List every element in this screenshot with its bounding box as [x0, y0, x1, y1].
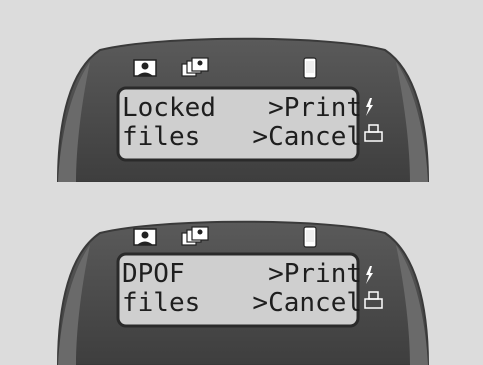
locked-label: Locked: [122, 93, 216, 123]
photo-icon: [133, 59, 157, 77]
files-label: files: [122, 122, 201, 152]
lcd-text: DPOF >Print files >Cancel: [122, 260, 362, 322]
cancel-option[interactable]: >Cancel: [252, 289, 362, 318]
lcd-row-2: files >Cancel: [122, 123, 362, 152]
dpof-label: DPOF: [122, 259, 185, 289]
phone-icon: [303, 226, 317, 248]
files-label: files: [122, 288, 201, 318]
camera-panel-dpof-files: DPOF >Print files >Cancel: [0, 183, 483, 365]
lcd-row-1: Locked >Print: [122, 94, 362, 123]
lcd-row-2: files >Cancel: [122, 289, 362, 318]
lcd-text: Locked >Print files >Cancel: [122, 94, 362, 156]
camera-panel-locked-files: Locked >Print files >Cancel: [0, 0, 483, 182]
print-option[interactable]: >Print: [268, 260, 362, 289]
cancel-option[interactable]: >Cancel: [252, 123, 362, 152]
camera-display-stage: Locked >Print files >Cancel DPOF >Print …: [0, 0, 483, 365]
lcd-row-1: DPOF >Print: [122, 260, 362, 289]
print-option[interactable]: >Print: [268, 94, 362, 123]
photo-icon: [133, 228, 157, 246]
phone-icon: [303, 57, 317, 79]
